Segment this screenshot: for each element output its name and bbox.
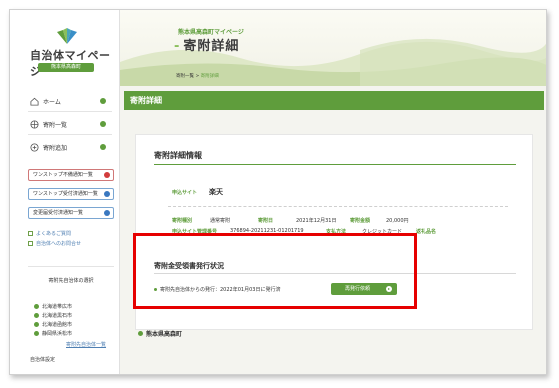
municipality-selector: 寄附先自治体の選択 熊本県高森町 北海道帯広市 北海道黒石市 北海道函館市 静岡… (28, 266, 182, 352)
municipality-badge: 熊本県高森町 (38, 63, 94, 72)
divider (154, 164, 516, 165)
municipality-list-link[interactable]: 寄附先自治体一覧 (66, 341, 106, 348)
contact-link[interactable]: 自治体へのお問合せ (28, 240, 81, 247)
radio-icon (34, 304, 39, 309)
alert-dot-icon (104, 172, 110, 178)
radio-icon (34, 322, 39, 327)
info-dot-icon (104, 210, 110, 216)
municipality-option[interactable]: 北海道函館市 (34, 321, 72, 328)
home-icon (30, 97, 39, 106)
nav-add-donation[interactable]: 寄附追加 (30, 140, 110, 154)
onestop-deficiency-list[interactable]: ワンストップ不備通知一覧 (28, 169, 114, 181)
info-dot-icon (104, 191, 110, 197)
nav-label: 寄附一覧 (43, 121, 68, 129)
page-title: - 寄附詳細 (174, 39, 240, 54)
breadcrumb-parent[interactable]: 寄附一覧 (176, 74, 194, 79)
breadcrumb: 寄附一覧 > 寄附詳細 (176, 74, 219, 79)
municipality-option[interactable]: 北海道帯広市 (34, 303, 72, 310)
nav-home[interactable]: ホーム (30, 94, 110, 108)
checkbox-icon (28, 231, 33, 236)
gift-icon (30, 119, 39, 129)
card-title: 寄附詳細情報 (154, 151, 202, 160)
checkbox-icon (28, 241, 33, 246)
nav-donation-list[interactable]: 寄附一覧 (30, 117, 110, 131)
onestop-accepted-list[interactable]: ワンストップ受付済通知一覧 (28, 188, 114, 200)
highlight-box (133, 233, 417, 309)
municipality-selector-title: 寄附先自治体の選択 (48, 278, 94, 284)
main-content: 熊本県高森町マイページ - 寄附詳細 寄附一覧 > 寄附詳細 寄附詳細 寄附詳細情… (120, 10, 546, 374)
section-header: 寄附詳細 (124, 91, 544, 110)
municipality-option[interactable]: 北海道黒石市 (34, 312, 72, 319)
breadcrumb-current: 寄附詳細 (200, 74, 219, 79)
faq-link[interactable]: よくあるご質問 (28, 230, 71, 237)
browser-window: 自治体マイページ 熊本県高森町 ホーム 寄附一覧 寄附追加 ワンストップ不備通知… (9, 9, 547, 375)
municipality-option[interactable]: 静岡県浜松市 (34, 330, 72, 337)
chevron-right-icon (100, 121, 106, 127)
application-site: 申込サイト 楽天 (172, 188, 224, 196)
plus-circle-icon (30, 142, 39, 152)
divider (168, 206, 508, 207)
page-banner: 熊本県高森町マイページ - 寄附詳細 寄附一覧 > 寄附詳細 (120, 10, 546, 86)
sidebar: 自治体マイページ 熊本県高森町 ホーム 寄附一覧 寄附追加 ワンストップ不備通知… (10, 10, 182, 374)
logo-icon (57, 28, 77, 44)
municipality-settings[interactable]: 自治体設定 (10, 356, 120, 374)
radio-icon (34, 313, 39, 318)
chevron-right-icon (100, 98, 106, 104)
change-notice-accepted-list[interactable]: 変更届受付済通知一覧 (28, 207, 114, 219)
nav-label: 寄附追加 (43, 144, 68, 152)
radio-icon (34, 331, 39, 336)
nav-label: ホーム (43, 98, 61, 106)
divider (28, 111, 112, 112)
chevron-right-icon (100, 144, 106, 150)
divider (28, 134, 112, 135)
